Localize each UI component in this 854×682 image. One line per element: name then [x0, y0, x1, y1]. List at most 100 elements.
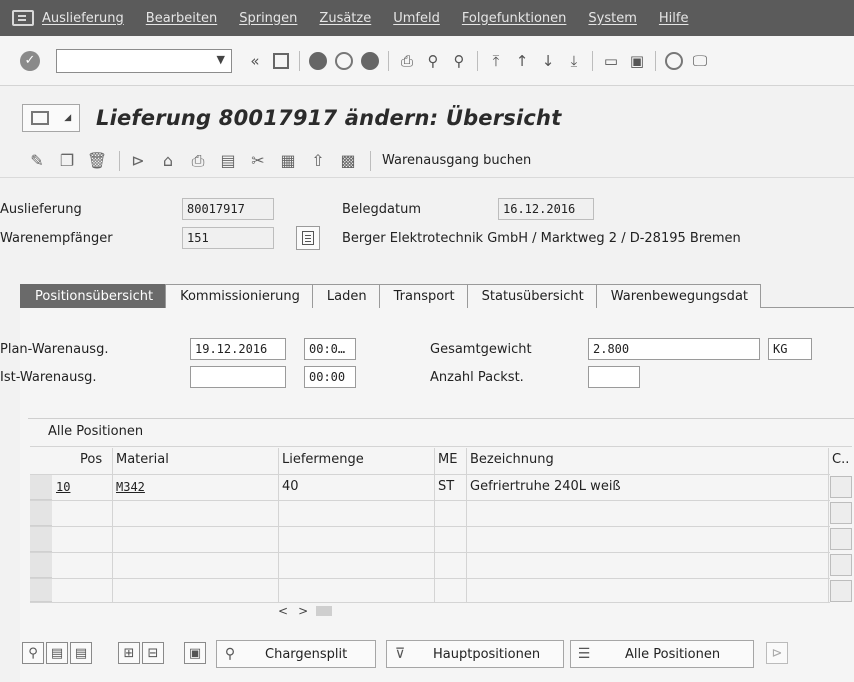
- row-detail-button[interactable]: [830, 528, 852, 550]
- copy-icon[interactable]: ❐: [56, 150, 78, 172]
- cell-unit[interactable]: ST: [438, 479, 454, 494]
- save-icon[interactable]: [270, 50, 292, 72]
- next-screen-icon[interactable]: ⊳: [766, 642, 788, 664]
- column-header-quantity[interactable]: Liefermenge: [282, 452, 364, 467]
- tab-positionsuebersicht[interactable]: Positionsübersicht: [20, 284, 167, 308]
- layout-icon[interactable]: 🖵: [689, 50, 711, 72]
- cell-pos[interactable]: 10: [56, 480, 70, 494]
- first-page-icon[interactable]: ⤒: [485, 50, 507, 72]
- menu-hilfe[interactable]: Hilfe: [659, 11, 689, 26]
- all-items-label: Alle Positionen: [625, 646, 721, 662]
- new-session-icon[interactable]: ▭: [600, 50, 622, 72]
- chevron-down-icon[interactable]: ▼: [217, 53, 225, 66]
- command-field[interactable]: ▼: [56, 48, 232, 73]
- last-page-icon[interactable]: ⤓: [563, 50, 585, 72]
- row-detail-button[interactable]: [830, 502, 852, 524]
- row-selector[interactable]: [30, 552, 52, 578]
- menu-umfeld[interactable]: Umfeld: [393, 11, 440, 26]
- back-icon[interactable]: [307, 50, 329, 72]
- column-header-unit[interactable]: ME: [438, 452, 457, 467]
- batch-split-icon: ⚲: [224, 646, 236, 662]
- ship-to-field: 151: [182, 227, 274, 249]
- row-selector[interactable]: [30, 474, 52, 500]
- scroll-right-icon[interactable]: >: [298, 604, 308, 618]
- post-goods-issue-button[interactable]: Warenausgang buchen: [382, 153, 531, 168]
- main-items-button[interactable]: ⊽ Hauptpositionen: [386, 640, 564, 668]
- weight-unit-field[interactable]: KG: [768, 338, 812, 360]
- toolbar-separator: [388, 50, 389, 71]
- help-icon[interactable]: [663, 50, 685, 72]
- packages-field[interactable]: [588, 366, 640, 388]
- plan-gi-time-field[interactable]: 00:0…: [304, 338, 356, 360]
- horizontal-scrollbar[interactable]: < >: [278, 604, 333, 618]
- menu-auslieferung[interactable]: Auslieferung: [42, 11, 124, 26]
- find-next-icon[interactable]: ⚲: [448, 50, 470, 72]
- row-selector[interactable]: [30, 578, 52, 602]
- pick-icon[interactable]: ✂: [247, 150, 269, 172]
- all-items-button[interactable]: ☰ Alle Positionen: [570, 640, 754, 668]
- insert-row-icon[interactable]: ⊞: [118, 642, 140, 664]
- menu-bearbeiten[interactable]: Bearbeiten: [146, 11, 217, 26]
- address-document-icon[interactable]: [296, 226, 320, 250]
- document-date-label: Belegdatum: [342, 202, 421, 217]
- find-icon[interactable]: ⚲: [422, 50, 444, 72]
- row-detail-button[interactable]: [830, 580, 852, 602]
- tab-kommissionierung[interactable]: Kommissionierung: [165, 284, 313, 308]
- scroll-left-icon[interactable]: <: [278, 604, 288, 618]
- collapse-icon[interactable]: «: [244, 50, 266, 72]
- previous-page-icon[interactable]: ↑: [511, 50, 533, 72]
- column-header-pos[interactable]: Pos: [80, 452, 102, 467]
- delete-icon[interactable]: 🗑: [86, 150, 108, 172]
- actual-gi-date-field[interactable]: [190, 366, 286, 388]
- display-change-icon[interactable]: ✎: [26, 150, 48, 172]
- plan-gi-date-field[interactable]: 19.12.2016: [190, 338, 286, 360]
- row-selector[interactable]: [30, 526, 52, 552]
- header-details-icon[interactable]: ⊳: [127, 150, 149, 172]
- column-header-material[interactable]: Material: [116, 452, 169, 467]
- pricing-icon[interactable]: ▣: [184, 642, 206, 664]
- grid-line: [112, 448, 113, 602]
- toolbar-separator: [592, 50, 593, 71]
- column-header-c[interactable]: C..: [832, 452, 849, 467]
- delete-row-icon[interactable]: ⊟: [142, 642, 164, 664]
- actual-gi-time-field[interactable]: 00:00: [304, 366, 356, 388]
- shortcut-icon[interactable]: ▣: [626, 50, 648, 72]
- tab-laden[interactable]: Laden: [311, 284, 380, 308]
- cell-material[interactable]: M342: [116, 480, 145, 494]
- output-icon[interactable]: ⎙: [187, 150, 209, 172]
- menu-folgefunktionen[interactable]: Folgefunktionen: [462, 11, 567, 26]
- enter-icon[interactable]: ✓: [20, 50, 40, 71]
- menu-zusaetze[interactable]: Zusätze: [319, 11, 371, 26]
- menu-system[interactable]: System: [588, 11, 636, 26]
- next-page-icon[interactable]: ↓: [537, 50, 559, 72]
- tab-statusuebersicht[interactable]: Statusübersicht: [466, 284, 597, 308]
- texts-icon[interactable]: ▤: [217, 150, 239, 172]
- print-icon[interactable]: ⎙: [396, 50, 418, 72]
- total-weight-field[interactable]: 2.800: [588, 338, 760, 360]
- exit-icon[interactable]: [333, 50, 355, 72]
- cancel-icon[interactable]: [359, 50, 381, 72]
- tab-warenbewegungsdaten[interactable]: Warenbewegungsdat: [595, 284, 762, 308]
- column-header-description[interactable]: Bezeichnung: [470, 452, 554, 467]
- scroll-thumb[interactable]: [316, 606, 333, 616]
- row-selector[interactable]: [30, 500, 52, 526]
- menu-icon[interactable]: [12, 10, 34, 26]
- cell-description[interactable]: Gefriertruhe 240L weiß: [470, 479, 621, 494]
- partner-icon[interactable]: ⌂: [157, 150, 179, 172]
- deselect-all-icon[interactable]: ▤: [70, 642, 92, 664]
- row-detail-button[interactable]: [830, 554, 852, 576]
- select-all-icon[interactable]: ▤: [46, 642, 68, 664]
- cell-quantity[interactable]: 40: [282, 479, 299, 494]
- row-detail-button[interactable]: [830, 476, 852, 498]
- title-menu-button[interactable]: ◢: [22, 104, 80, 132]
- tab-transport[interactable]: Transport: [378, 284, 468, 308]
- tab-strip: Positionsübersicht Kommissionierung Lade…: [20, 284, 854, 308]
- menu-list-icon: [30, 111, 49, 125]
- grid-line: [30, 474, 830, 475]
- item-details-icon[interactable]: ⚲: [22, 642, 44, 664]
- list-icon[interactable]: ▩: [337, 150, 359, 172]
- goods-movement-icon[interactable]: ⇧: [307, 150, 329, 172]
- pack-icon[interactable]: ▦: [277, 150, 299, 172]
- batch-split-button[interactable]: ⚲ Chargensplit: [216, 640, 376, 668]
- menu-springen[interactable]: Springen: [239, 11, 297, 26]
